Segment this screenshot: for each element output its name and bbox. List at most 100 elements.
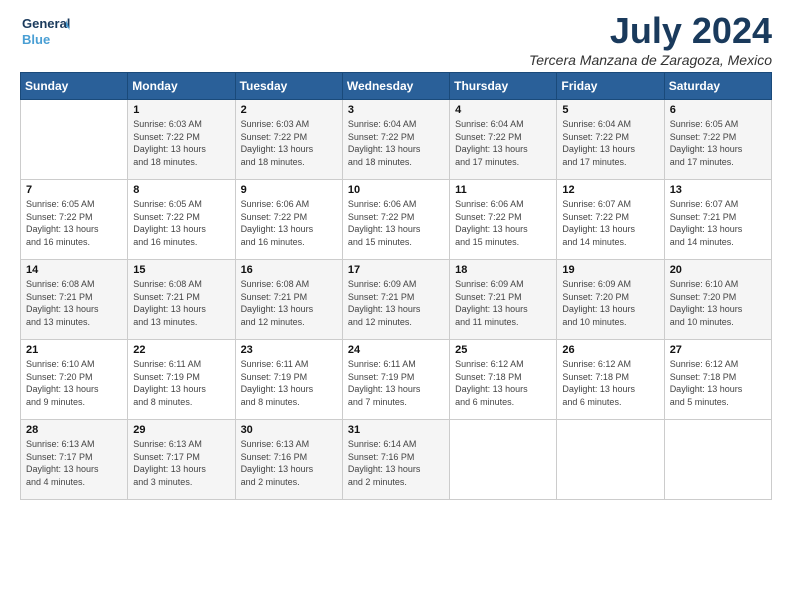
calendar-cell: 21Sunrise: 6:10 AM Sunset: 7:20 PM Dayli… [21, 340, 128, 420]
calendar-cell: 17 Sunrise: 6:09 AM Sunset: 7:21 PM Dayli… [342, 260, 449, 340]
svg-text:Blue: Blue [22, 32, 50, 47]
day-info: Sunrise: 6:06 AM Sunset: 7:22 PM Dayligh… [348, 198, 444, 248]
calendar-cell: 15Sunrise: 6:08 AM Sunset: 7:21 PM Dayli… [128, 260, 235, 340]
day-info: Sunrise: 6:09 AM Sunset: 7:21 PM Dayligh… [348, 278, 444, 328]
day-info: Sunrise: 6:04 AM Sunset: 7:22 PM Dayligh… [348, 118, 444, 168]
calendar-cell: 19 Sunrise: 6:09 AM Sunset: 7:20 PM Dayli… [557, 260, 664, 340]
column-header-saturday: Saturday [664, 73, 771, 100]
week-row-5: 28 Sunrise: 6:13 AM Sunset: 7:17 PM Dayli… [21, 420, 772, 500]
day-number: 23 [241, 344, 337, 356]
day-number: 5 [562, 104, 658, 116]
day-number: 19 [562, 264, 658, 276]
calendar-cell: 20Sunrise: 6:10 AM Sunset: 7:20 PM Dayli… [664, 260, 771, 340]
calendar-cell: 7 Sunrise: 6:05 AM Sunset: 7:22 PM Daylig… [21, 180, 128, 260]
day-info: Sunrise: 6:08 AM Sunset: 7:21 PM Dayligh… [241, 278, 337, 328]
page-header: General Blue July 2024 Tercera Manzana d… [20, 10, 772, 68]
day-info: Sunrise: 6:07 AM Sunset: 7:22 PM Dayligh… [562, 198, 658, 248]
calendar-cell: 23Sunrise: 6:11 AM Sunset: 7:19 PM Dayli… [235, 340, 342, 420]
calendar-table: SundayMondayTuesdayWednesdayThursdayFrid… [20, 72, 772, 500]
day-number: 18 [455, 264, 551, 276]
calendar-cell: 6 Sunrise: 6:05 AM Sunset: 7:22 PM Daylig… [664, 100, 771, 180]
calendar-cell: 8Sunrise: 6:05 AM Sunset: 7:22 PM Daylig… [128, 180, 235, 260]
day-number: 29 [133, 424, 229, 436]
calendar-cell: 5 Sunrise: 6:04 AM Sunset: 7:22 PM Daylig… [557, 100, 664, 180]
day-number: 4 [455, 104, 551, 116]
week-row-1: 1 Sunrise: 6:03 AM Sunset: 7:22 PM Daylig… [21, 100, 772, 180]
day-info: Sunrise: 6:08 AM Sunset: 7:21 PM Dayligh… [26, 278, 122, 328]
calendar-cell: 11 Sunrise: 6:06 AM Sunset: 7:22 PM Dayli… [450, 180, 557, 260]
day-info: Sunrise: 6:14 AM Sunset: 7:16 PM Dayligh… [348, 438, 444, 488]
calendar-cell [557, 420, 664, 500]
day-info: Sunrise: 6:10 AM Sunset: 7:20 PM Dayligh… [26, 358, 122, 408]
day-number: 2 [241, 104, 337, 116]
svg-text:General: General [22, 16, 70, 31]
calendar-cell: 31 Sunrise: 6:14 AM Sunset: 7:16 PM Dayli… [342, 420, 449, 500]
day-info: Sunrise: 6:13 AM Sunset: 7:17 PM Dayligh… [26, 438, 122, 488]
day-info: Sunrise: 6:13 AM Sunset: 7:16 PM Dayligh… [241, 438, 337, 488]
month-title: July 2024 [529, 10, 772, 52]
day-number: 12 [562, 184, 658, 196]
day-info: Sunrise: 6:05 AM Sunset: 7:22 PM Dayligh… [26, 198, 122, 248]
day-number: 13 [670, 184, 766, 196]
day-number: 11 [455, 184, 551, 196]
day-info: Sunrise: 6:09 AM Sunset: 7:20 PM Dayligh… [562, 278, 658, 328]
calendar-cell: 27Sunrise: 6:12 AM Sunset: 7:18 PM Dayli… [664, 340, 771, 420]
calendar-header-row: SundayMondayTuesdayWednesdayThursdayFrid… [21, 73, 772, 100]
day-number: 22 [133, 344, 229, 356]
calendar-cell [664, 420, 771, 500]
day-info: Sunrise: 6:04 AM Sunset: 7:22 PM Dayligh… [455, 118, 551, 168]
week-row-3: 14 Sunrise: 6:08 AM Sunset: 7:21 PM Dayli… [21, 260, 772, 340]
column-header-thursday: Thursday [450, 73, 557, 100]
calendar-cell: 29 Sunrise: 6:13 AM Sunset: 7:17 PM Dayli… [128, 420, 235, 500]
calendar-cell: 28 Sunrise: 6:13 AM Sunset: 7:17 PM Dayli… [21, 420, 128, 500]
column-header-tuesday: Tuesday [235, 73, 342, 100]
calendar-cell: 18Sunrise: 6:09 AM Sunset: 7:21 PM Dayli… [450, 260, 557, 340]
calendar-cell [21, 100, 128, 180]
calendar-cell: 14 Sunrise: 6:08 AM Sunset: 7:21 PM Dayli… [21, 260, 128, 340]
day-number: 26 [562, 344, 658, 356]
calendar-cell: 12 Sunrise: 6:07 AM Sunset: 7:22 PM Dayli… [557, 180, 664, 260]
day-number: 20 [670, 264, 766, 276]
day-number: 8 [133, 184, 229, 196]
day-info: Sunrise: 6:12 AM Sunset: 7:18 PM Dayligh… [670, 358, 766, 408]
day-info: Sunrise: 6:07 AM Sunset: 7:21 PM Dayligh… [670, 198, 766, 248]
calendar-cell: 30Sunrise: 6:13 AM Sunset: 7:16 PM Dayli… [235, 420, 342, 500]
calendar-cell: 16 Sunrise: 6:08 AM Sunset: 7:21 PM Dayli… [235, 260, 342, 340]
week-row-4: 21Sunrise: 6:10 AM Sunset: 7:20 PM Dayli… [21, 340, 772, 420]
calendar-cell: 9Sunrise: 6:06 AM Sunset: 7:22 PM Daylig… [235, 180, 342, 260]
logo: General Blue [20, 10, 70, 54]
calendar-cell: 1 Sunrise: 6:03 AM Sunset: 7:22 PM Daylig… [128, 100, 235, 180]
day-info: Sunrise: 6:11 AM Sunset: 7:19 PM Dayligh… [348, 358, 444, 408]
day-number: 3 [348, 104, 444, 116]
day-info: Sunrise: 6:12 AM Sunset: 7:18 PM Dayligh… [562, 358, 658, 408]
column-header-wednesday: Wednesday [342, 73, 449, 100]
day-number: 7 [26, 184, 122, 196]
calendar-cell: 24 Sunrise: 6:11 AM Sunset: 7:19 PM Dayli… [342, 340, 449, 420]
day-info: Sunrise: 6:08 AM Sunset: 7:21 PM Dayligh… [133, 278, 229, 328]
day-info: Sunrise: 6:03 AM Sunset: 7:22 PM Dayligh… [133, 118, 229, 168]
day-number: 24 [348, 344, 444, 356]
week-row-2: 7 Sunrise: 6:05 AM Sunset: 7:22 PM Daylig… [21, 180, 772, 260]
calendar-cell: 25 Sunrise: 6:12 AM Sunset: 7:18 PM Dayli… [450, 340, 557, 420]
day-number: 6 [670, 104, 766, 116]
day-number: 25 [455, 344, 551, 356]
day-number: 10 [348, 184, 444, 196]
day-number: 16 [241, 264, 337, 276]
calendar-cell: 10 Sunrise: 6:06 AM Sunset: 7:22 PM Dayli… [342, 180, 449, 260]
day-info: Sunrise: 6:12 AM Sunset: 7:18 PM Dayligh… [455, 358, 551, 408]
logo-svg: General Blue [20, 10, 70, 54]
day-info: Sunrise: 6:04 AM Sunset: 7:22 PM Dayligh… [562, 118, 658, 168]
calendar-cell: 13 Sunrise: 6:07 AM Sunset: 7:21 PM Dayli… [664, 180, 771, 260]
location: Tercera Manzana de Zaragoza, Mexico [529, 52, 772, 68]
calendar-cell: 26 Sunrise: 6:12 AM Sunset: 7:18 PM Dayli… [557, 340, 664, 420]
day-info: Sunrise: 6:13 AM Sunset: 7:17 PM Dayligh… [133, 438, 229, 488]
day-number: 14 [26, 264, 122, 276]
column-header-monday: Monday [128, 73, 235, 100]
day-info: Sunrise: 6:05 AM Sunset: 7:22 PM Dayligh… [670, 118, 766, 168]
day-number: 17 [348, 264, 444, 276]
calendar-cell: 3 Sunrise: 6:04 AM Sunset: 7:22 PM Daylig… [342, 100, 449, 180]
day-number: 1 [133, 104, 229, 116]
day-number: 28 [26, 424, 122, 436]
day-info: Sunrise: 6:06 AM Sunset: 7:22 PM Dayligh… [455, 198, 551, 248]
day-number: 31 [348, 424, 444, 436]
